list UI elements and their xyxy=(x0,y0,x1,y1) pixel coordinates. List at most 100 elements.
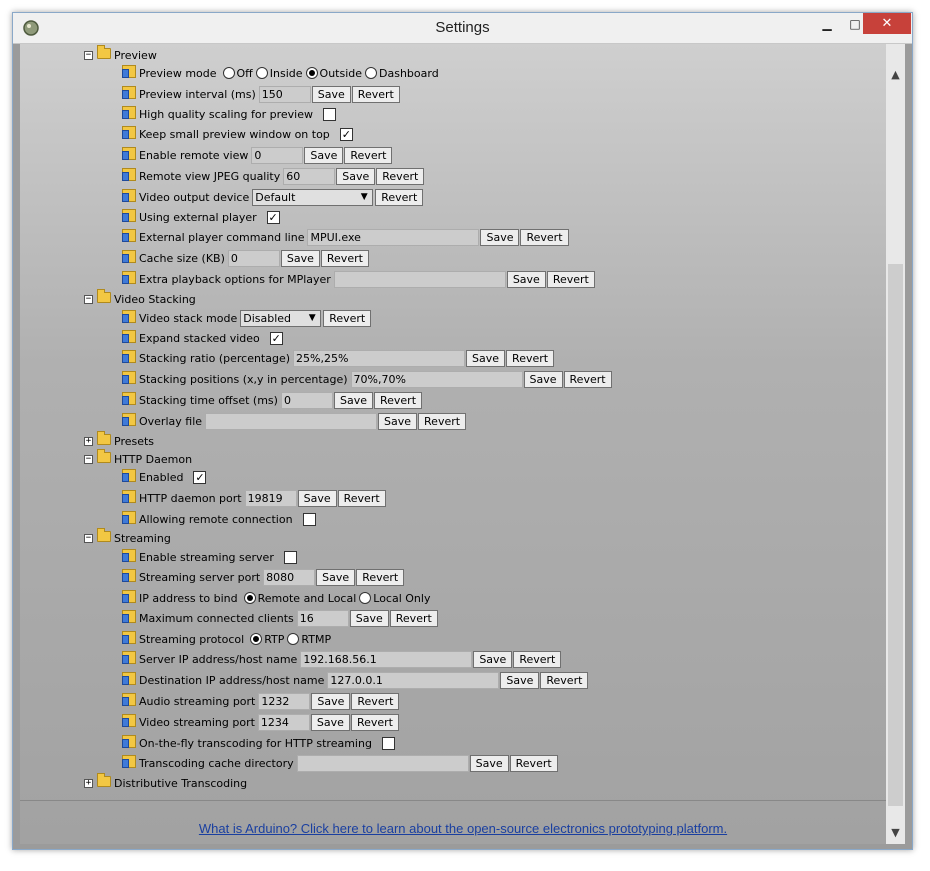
revert-button[interactable]: Revert xyxy=(509,754,558,772)
http-enabled-checkbox[interactable]: ✓ xyxy=(193,470,207,484)
keep-small-preview-checkbox[interactable]: ✓ xyxy=(339,127,353,141)
save-button[interactable]: Save xyxy=(316,568,356,586)
save-button[interactable]: Save xyxy=(311,692,351,710)
radio-local-only[interactable] xyxy=(359,592,372,604)
cache-size-input[interactable]: 0 xyxy=(227,249,280,267)
revert-button[interactable]: Revert xyxy=(337,489,386,507)
collapse-toggle-icon[interactable]: − xyxy=(84,50,93,60)
revert-button[interactable]: Revert xyxy=(563,370,612,388)
save-button[interactable]: Save xyxy=(280,249,320,267)
revert-button[interactable]: Revert xyxy=(320,249,369,267)
minimize-button[interactable]: ▁ xyxy=(813,13,841,34)
radio-remote-and-local[interactable] xyxy=(243,592,256,604)
revert-button[interactable]: Revert xyxy=(540,671,589,689)
video-port-input[interactable]: 1234 xyxy=(257,713,310,731)
streaming-port-input[interactable]: 8080 xyxy=(263,568,316,586)
scrollbar-thumb[interactable] xyxy=(888,264,903,806)
tree-node-preview[interactable]: − Preview xyxy=(84,44,157,64)
server-ip-input[interactable]: 192.168.56.1 xyxy=(300,650,473,668)
setting-streaming-server-port: Streaming server port 8080 Save Revert xyxy=(122,568,405,586)
revert-button[interactable]: Revert xyxy=(375,188,424,206)
http-port-input[interactable]: 19819 xyxy=(244,489,297,507)
title-bar[interactable]: Settings ▁ □ ✕ xyxy=(13,13,912,44)
collapse-toggle-icon[interactable]: − xyxy=(84,294,93,304)
expand-stacked-checkbox[interactable]: ✓ xyxy=(269,331,283,345)
save-button[interactable]: Save xyxy=(506,270,546,288)
save-button[interactable]: Save xyxy=(333,391,373,409)
expand-toggle-icon[interactable]: + xyxy=(84,778,93,788)
radio-rtmp[interactable] xyxy=(287,633,300,645)
save-button[interactable]: Save xyxy=(349,609,389,627)
extra-playback-input[interactable] xyxy=(333,270,506,288)
tree-node-streaming[interactable]: − Streaming xyxy=(84,527,171,547)
vertical-scrollbar[interactable]: ▲ ▼ xyxy=(886,44,905,844)
streaming-server-checkbox[interactable] xyxy=(283,550,297,564)
revert-button[interactable]: Revert xyxy=(373,391,423,409)
video-output-select[interactable]: Default ▼ xyxy=(252,188,374,206)
overlay-file-input[interactable] xyxy=(205,412,378,430)
collapse-toggle-icon[interactable]: − xyxy=(84,454,93,464)
remote-connection-checkbox[interactable] xyxy=(302,512,316,526)
radio-rtp[interactable] xyxy=(250,633,263,645)
save-button[interactable]: Save xyxy=(310,713,350,731)
close-button[interactable]: ✕ xyxy=(863,13,911,34)
save-button[interactable]: Save xyxy=(469,754,509,772)
radio-dashboard[interactable] xyxy=(365,67,378,79)
max-clients-input[interactable]: 16 xyxy=(296,609,349,627)
section-label: Video Stacking xyxy=(114,292,196,306)
save-button[interactable]: Save xyxy=(336,167,376,185)
setting-label: Preview interval (ms) xyxy=(139,87,256,101)
cache-directory-input[interactable] xyxy=(296,754,469,772)
revert-button[interactable]: Revert xyxy=(389,609,438,627)
tree-node-presets[interactable]: + Presets xyxy=(84,430,154,450)
remote-view-input[interactable]: 0 xyxy=(251,146,304,164)
revert-button[interactable]: Revert xyxy=(506,349,555,367)
save-button[interactable]: Save xyxy=(304,146,344,164)
tree-node-http-daemon[interactable]: − HTTP Daemon xyxy=(84,448,192,468)
revert-button[interactable]: Revert xyxy=(546,270,595,288)
collapse-toggle-icon[interactable]: − xyxy=(84,533,93,543)
video-stack-mode-select[interactable]: Disabled ▼ xyxy=(240,309,322,327)
radio-off[interactable] xyxy=(222,67,235,79)
save-button[interactable]: Save xyxy=(311,85,351,103)
radio-inside[interactable] xyxy=(255,67,268,79)
tree-node-distributive-transcoding[interactable]: + Distributive Transcoding xyxy=(84,772,247,792)
footer-link[interactable]: What is Arduino? Click here to learn abo… xyxy=(163,821,763,836)
external-player-checkbox[interactable]: ✓ xyxy=(266,210,280,224)
stacking-positions-input[interactable]: 70%,70% xyxy=(350,370,523,388)
save-button[interactable]: Save xyxy=(500,671,540,689)
revert-button[interactable]: Revert xyxy=(513,650,562,668)
expand-toggle-icon[interactable]: + xyxy=(84,436,93,446)
jpeg-quality-input[interactable]: 60 xyxy=(283,167,336,185)
high-quality-scaling-checkbox[interactable] xyxy=(322,107,336,121)
stacking-ratio-input[interactable]: 25%,25% xyxy=(293,349,466,367)
destination-ip-input[interactable]: 127.0.0.1 xyxy=(327,671,500,689)
tree-node-video-stacking[interactable]: − Video Stacking xyxy=(84,288,196,308)
save-button[interactable]: Save xyxy=(473,650,513,668)
save-button[interactable]: Save xyxy=(378,412,418,430)
revert-button[interactable]: Revert xyxy=(323,309,372,327)
stacking-time-offset-input[interactable]: 0 xyxy=(280,391,333,409)
revert-button[interactable]: Revert xyxy=(351,692,400,710)
revert-button[interactable]: Revert xyxy=(344,146,393,164)
scroll-up-icon[interactable]: ▲ xyxy=(886,64,905,84)
save-button[interactable]: Save xyxy=(297,489,337,507)
audio-port-input[interactable]: 1232 xyxy=(258,692,311,710)
revert-button[interactable]: Revert xyxy=(356,568,405,586)
revert-button[interactable]: Revert xyxy=(520,228,569,246)
radio-outside[interactable] xyxy=(305,67,318,79)
setting-label: Remote view JPEG quality xyxy=(139,169,281,183)
preview-interval-input[interactable]: 150 xyxy=(258,85,311,103)
revert-button[interactable]: Revert xyxy=(350,713,399,731)
scroll-down-icon[interactable]: ▼ xyxy=(886,822,905,842)
setting-item-icon xyxy=(122,270,136,284)
save-button[interactable]: Save xyxy=(523,370,563,388)
revert-button[interactable]: Revert xyxy=(418,412,467,430)
transcoding-checkbox[interactable] xyxy=(381,736,395,750)
revert-button[interactable]: Revert xyxy=(376,167,425,185)
external-player-input[interactable]: MPUI.exe xyxy=(307,228,480,246)
save-button[interactable]: Save xyxy=(466,349,506,367)
revert-button[interactable]: Revert xyxy=(351,85,400,103)
setting-ip-address-to-bind: IP address to bind Remote and Local Loca… xyxy=(122,589,430,607)
save-button[interactable]: Save xyxy=(480,228,520,246)
